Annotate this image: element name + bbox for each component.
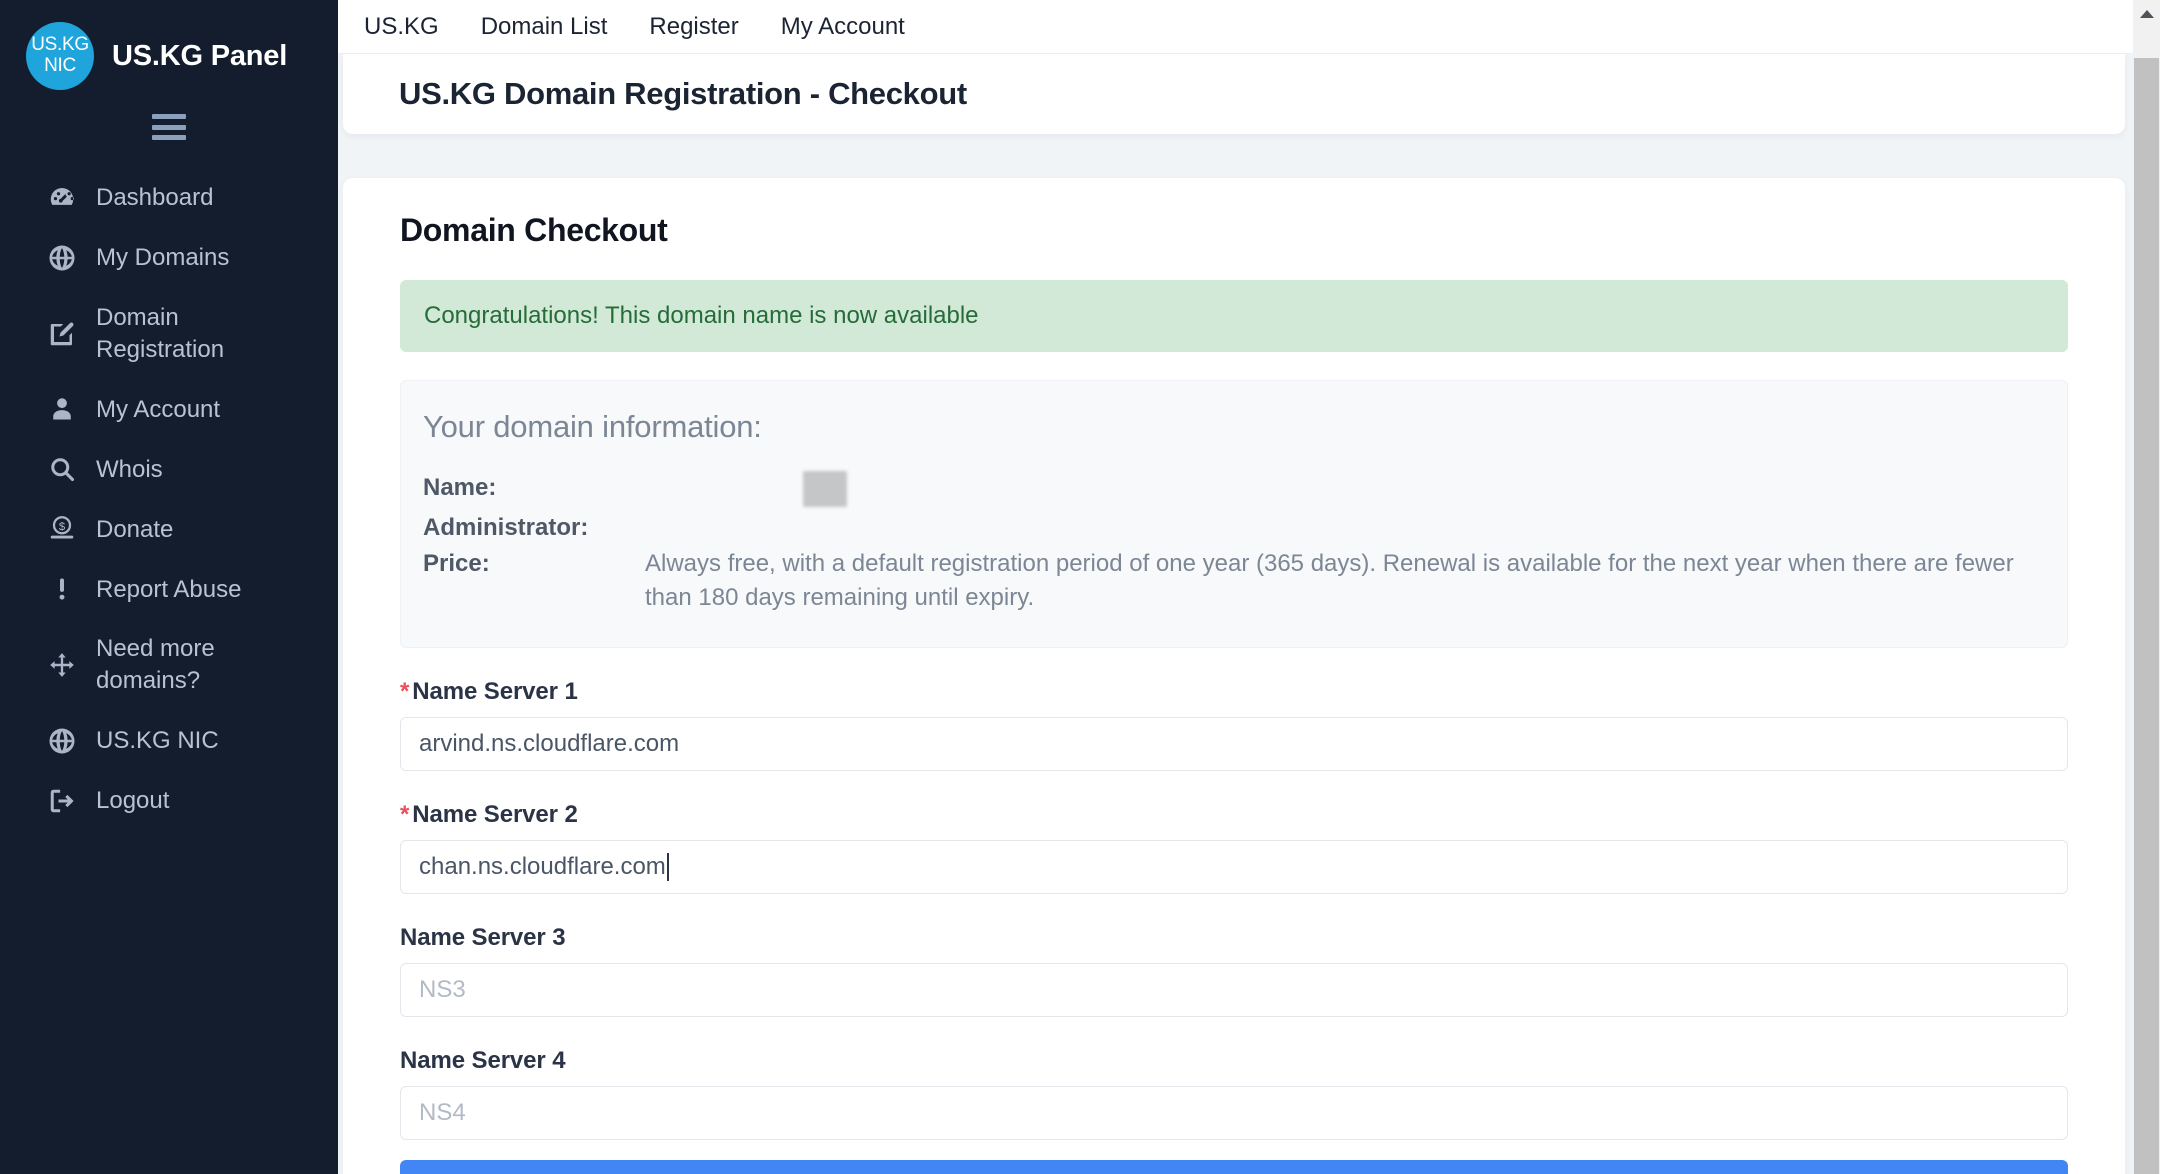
domain-info-heading: Your domain information: [423, 409, 2047, 445]
sidebar: US.KG NIC US.KG Panel Dashboard [0, 0, 338, 1174]
sidebar-item-label: Domain Registration [96, 302, 296, 365]
main-region: US.KG Domain List Register My Account US… [338, 0, 2160, 1174]
topnav-link-domain-list[interactable]: Domain List [481, 13, 608, 41]
availability-alert: Congratulations! This domain name is now… [400, 280, 2068, 352]
checkout-card: Domain Checkout Congratulations! This do… [343, 178, 2125, 1174]
register-button[interactable]: Register! [400, 1160, 2068, 1174]
brand-title: US.KG Panel [112, 40, 287, 73]
sidebar-item-domain-registration[interactable]: Domain Registration [0, 288, 338, 379]
topnav-link-uskg[interactable]: US.KG [364, 13, 439, 41]
sidebar-item-label: Dashboard [96, 182, 296, 214]
sidebar-item-label: US.KG NIC [96, 725, 296, 757]
sidebar-item-donate[interactable]: $ Donate [0, 499, 338, 559]
page-title: US.KG Domain Registration - Checkout [399, 76, 2125, 112]
page-header-card: US.KG Domain Registration - Checkout [343, 54, 2125, 134]
topnav-link-my-account[interactable]: My Account [781, 13, 905, 41]
page-header-wrapper: US.KG Domain Registration - Checkout [338, 54, 2133, 134]
sidebar-item-label: Need more domains? [96, 633, 296, 696]
sidebar-item-my-domains[interactable]: My Domains [0, 228, 338, 288]
spacer [400, 1025, 2068, 1047]
chevron-up-icon [2140, 10, 2154, 18]
field-label-text: Name Server 4 [400, 1047, 565, 1074]
gauge-icon [46, 182, 78, 214]
user-icon [46, 393, 78, 425]
top-navigation-bar: US.KG Domain List Register My Account [338, 0, 2133, 54]
hamburger-bar [152, 125, 186, 130]
sidebar-item-need-more-domains[interactable]: Need more domains? [0, 619, 338, 710]
sidebar-item-uskg-nic[interactable]: US.KG NIC [0, 711, 338, 771]
name-server-3-placeholder: NS3 [419, 976, 466, 1004]
sidebar-toggle-button[interactable] [152, 114, 186, 140]
sidebar-item-logout[interactable]: Logout [0, 771, 338, 831]
brand-logo-line2: NIC [44, 56, 76, 77]
field-name-server-1: *Name Server 1 arvind.ns.cloudflare.com [400, 678, 2068, 771]
required-asterisk: * [400, 801, 409, 828]
hamburger-bar [152, 114, 186, 119]
field-name-server-4: Name Server 4 NS4 [400, 1047, 2068, 1140]
field-name-server-2: *Name Server 2 chan.ns.cloudflare.com [400, 801, 2068, 894]
sidebar-nav: Dashboard My Domains Domain Registr [0, 168, 338, 831]
donate-icon: $ [46, 513, 78, 545]
sidebar-item-dashboard[interactable]: Dashboard [0, 168, 338, 228]
scrollbar-up-arrow-button[interactable] [2133, 0, 2160, 27]
sidebar-item-whois[interactable]: Whois [0, 439, 338, 499]
brand-logo-line1: US.KG [31, 35, 89, 56]
redacted-domain-name [803, 471, 847, 507]
name-server-1-input[interactable]: arvind.ns.cloudflare.com [400, 717, 2068, 771]
sidebar-item-report-abuse[interactable]: Report Abuse [0, 559, 338, 619]
page-scrollbar[interactable] [2133, 0, 2160, 1174]
hamburger-bar [152, 135, 186, 140]
edit-square-icon [46, 318, 78, 350]
required-asterisk: * [400, 678, 409, 705]
topnav-link-register[interactable]: Register [649, 13, 738, 41]
info-value-name [645, 471, 2047, 509]
sidebar-item-label: Logout [96, 785, 296, 817]
globe-icon [46, 242, 78, 274]
field-label-text: Name Server 1 [412, 678, 577, 705]
domain-info-row-price: Price: Always free, with a default regis… [423, 547, 2047, 615]
name-server-2-value: chan.ns.cloudflare.com [419, 853, 666, 881]
name-server-4-input[interactable]: NS4 [400, 1086, 2068, 1140]
sidebar-item-label: Report Abuse [96, 574, 296, 606]
search-icon [46, 453, 78, 485]
name-server-4-placeholder: NS4 [419, 1099, 466, 1127]
name-server-2-input[interactable]: chan.ns.cloudflare.com [400, 840, 2068, 894]
app-window: US.KG NIC US.KG Panel Dashboard [0, 0, 2160, 1174]
arrows-move-icon [46, 649, 78, 681]
domain-info-row-administrator: Administrator: [423, 511, 2047, 545]
spacer [400, 779, 2068, 801]
sidebar-item-label: My Domains [96, 242, 296, 274]
brand[interactable]: US.KG NIC US.KG Panel [0, 0, 338, 90]
brand-logo-icon: US.KG NIC [26, 22, 94, 90]
exclamation-icon [46, 573, 78, 605]
field-label-ns2: *Name Server 2 [400, 801, 2068, 829]
spacer [400, 902, 2068, 924]
sidebar-item-label: My Account [96, 394, 296, 426]
field-label-text: Name Server 3 [400, 924, 565, 951]
checkout-title: Domain Checkout [400, 212, 2068, 249]
domain-info-row-name: Name: [423, 471, 2047, 509]
field-label-text: Name Server 2 [412, 801, 577, 828]
sidebar-item-label: Whois [96, 454, 296, 486]
sidebar-item-my-account[interactable]: My Account [0, 379, 338, 439]
field-label-ns3: Name Server 3 [400, 924, 2068, 952]
field-name-server-3: Name Server 3 NS3 [400, 924, 2068, 1017]
domain-info-panel: Your domain information: Name: Administr… [400, 380, 2068, 648]
sidebar-item-label: Donate [96, 514, 296, 546]
svg-text:$: $ [59, 521, 66, 533]
info-key: Name: [423, 471, 645, 505]
text-caret [667, 853, 669, 881]
info-key: Price: [423, 547, 645, 581]
scrollbar-thumb[interactable] [2134, 58, 2159, 1174]
info-value-price: Always free, with a default registration… [645, 547, 2047, 615]
content-area: Domain Checkout Congratulations! This do… [338, 134, 2133, 1174]
logout-icon [46, 785, 78, 817]
field-label-ns1: *Name Server 1 [400, 678, 2068, 706]
info-key: Administrator: [423, 511, 645, 545]
globe-icon [46, 725, 78, 757]
field-label-ns4: Name Server 4 [400, 1047, 2068, 1075]
name-server-1-value: arvind.ns.cloudflare.com [419, 730, 679, 758]
name-server-3-input[interactable]: NS3 [400, 963, 2068, 1017]
